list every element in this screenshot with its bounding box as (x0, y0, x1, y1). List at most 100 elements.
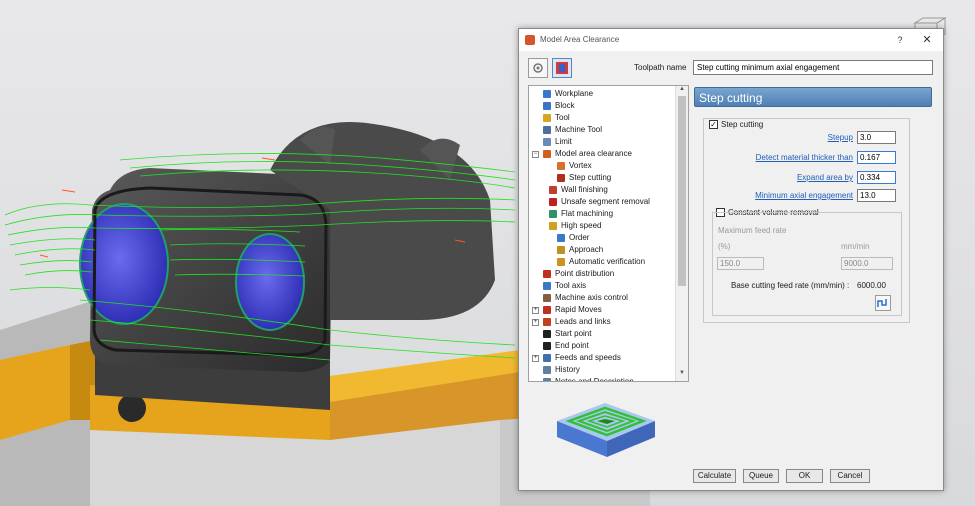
close-button[interactable]: ✕ (920, 33, 934, 47)
dialog-titlebar: Model Area Clearance ? ✕ (519, 29, 943, 51)
ok-button[interactable]: OK (786, 469, 823, 483)
cancel-button[interactable]: Cancel (830, 469, 870, 483)
tree-item[interactable]: High speed (529, 220, 679, 232)
tree-item[interactable]: Step cutting (529, 172, 679, 184)
tree-item[interactable]: End point (529, 340, 679, 352)
tree-item-label: Wall finishing (561, 185, 608, 194)
tree-item-icon (557, 162, 565, 170)
strategy-tree[interactable]: Workplane Block Tool Machine Tool Limit − Mode… (528, 85, 689, 382)
tree-item-icon (543, 354, 551, 362)
tree-item[interactable]: Notes and Description (529, 376, 679, 381)
tree-item-label: Flat machining (561, 209, 614, 218)
tree-item[interactable]: Machine Tool (529, 124, 679, 136)
tree-item-label: Tool axis (555, 281, 587, 290)
stepup-input[interactable] (857, 131, 896, 144)
expand-area-label[interactable]: Expand area by (739, 173, 853, 182)
tree-item-icon (543, 90, 551, 98)
model-area-clearance-dialog: Model Area Clearance ? ✕ Toolpath name W… (518, 28, 944, 491)
expand-icon[interactable]: + (532, 307, 539, 314)
tree-item[interactable]: Unsafe segment removal (529, 196, 679, 208)
tree-item[interactable]: Point distribution (529, 268, 679, 280)
tree-item[interactable]: Flat machining (529, 208, 679, 220)
queue-button[interactable]: Queue (743, 469, 779, 483)
step-cutting-preview-image (557, 403, 655, 457)
tree-item-icon (543, 318, 551, 326)
calculate-button[interactable]: Calculate (693, 469, 736, 483)
tree-item[interactable]: Order (529, 232, 679, 244)
tree-item-label: End point (555, 341, 589, 350)
expand-icon[interactable]: + (532, 355, 539, 362)
tree-item-icon (549, 210, 557, 218)
tree-item[interactable]: Limit (529, 136, 679, 148)
tree-item-icon (549, 186, 557, 194)
max-feed-percent-input[interactable] (717, 257, 764, 270)
toolpath-name-input[interactable] (693, 60, 933, 75)
scroll-up-icon[interactable]: ▲ (676, 86, 688, 95)
step-cutting-checkbox[interactable]: ✓ (709, 120, 718, 129)
feed-rate-icon[interactable] (875, 295, 891, 311)
tree-item-label: Feeds and speeds (555, 353, 621, 362)
tree-item-icon (557, 258, 565, 266)
tree-item-label: Automatic verification (569, 257, 646, 266)
mmmin-label: mm/min (841, 242, 870, 251)
tree-item[interactable]: Wall finishing (529, 184, 679, 196)
tree-item-icon (557, 246, 565, 254)
page-title: Step cutting (699, 91, 763, 105)
tree-item-icon (543, 330, 551, 338)
dialog-title: Model Area Clearance (540, 35, 620, 44)
tree-item[interactable]: Tool (529, 112, 679, 124)
tree-item[interactable]: Approach (529, 244, 679, 256)
tree-item-icon (543, 282, 551, 290)
max-feed-rate-label: Maximum feed rate (718, 226, 787, 235)
tree-item[interactable]: − Model area clearance (529, 148, 679, 160)
tree-item[interactable]: Tool axis (529, 280, 679, 292)
tree-item[interactable]: + Feeds and speeds (529, 352, 679, 364)
tree-scrollbar[interactable]: ▲ ▼ (675, 86, 688, 381)
expand-icon[interactable]: + (532, 319, 539, 326)
tree-item[interactable]: History (529, 364, 679, 376)
app-icon (525, 35, 535, 45)
scroll-down-icon[interactable]: ▼ (676, 370, 688, 379)
collapse-icon[interactable]: − (532, 151, 539, 158)
tree-item-label: Unsafe segment removal (561, 197, 650, 206)
page-header: Step cutting (694, 87, 932, 107)
tree-item-icon (549, 198, 557, 206)
settings-icon[interactable] (528, 58, 548, 78)
strategy-icon[interactable] (552, 58, 572, 78)
tree-item-label: High speed (561, 221, 602, 230)
stepup-label[interactable]: Stepup (749, 133, 853, 142)
tree-item[interactable]: Machine axis control (529, 292, 679, 304)
tree-item-label: Step cutting (569, 173, 612, 182)
tree-item-icon (543, 306, 551, 314)
tree-item-label: Machine Tool (555, 125, 602, 134)
tree-item-label: Machine axis control (555, 293, 628, 302)
tree-item[interactable]: Start point (529, 328, 679, 340)
tree-list: Workplane Block Tool Machine Tool Limit − Mode… (529, 88, 679, 381)
tree-item-icon (543, 294, 551, 302)
tree-item-icon (557, 234, 565, 242)
tree-item-label: Point distribution (555, 269, 615, 278)
tree-item-icon (543, 378, 551, 381)
toolpath-name-label: Toolpath name (634, 63, 687, 72)
min-axial-engagement-label[interactable]: Minimum axial engagement (719, 191, 853, 200)
tree-item-label: Leads and links (555, 317, 611, 326)
tree-item-icon (543, 126, 551, 134)
step-cutting-checkbox-label: Step cutting (721, 120, 764, 129)
min-axial-engagement-input[interactable] (857, 189, 896, 202)
tree-item[interactable]: Workplane (529, 88, 679, 100)
tree-item-icon (543, 114, 551, 122)
help-button[interactable]: ? (893, 33, 907, 47)
scroll-thumb[interactable] (678, 96, 686, 286)
expand-area-input[interactable] (857, 171, 896, 184)
detect-material-label[interactable]: Detect material thicker than (719, 153, 853, 162)
percent-label: (%) (718, 242, 731, 251)
tree-item-label: Order (569, 233, 590, 242)
detect-material-input[interactable] (857, 151, 896, 164)
tree-item[interactable]: Automatic verification (529, 256, 679, 268)
tree-item[interactable]: + Rapid Moves (529, 304, 679, 316)
tree-item[interactable]: + Leads and links (529, 316, 679, 328)
max-feed-mmmin-input[interactable] (841, 257, 893, 270)
tree-item-label: Block (555, 101, 575, 110)
tree-item[interactable]: Block (529, 100, 679, 112)
tree-item[interactable]: Vortex (529, 160, 679, 172)
